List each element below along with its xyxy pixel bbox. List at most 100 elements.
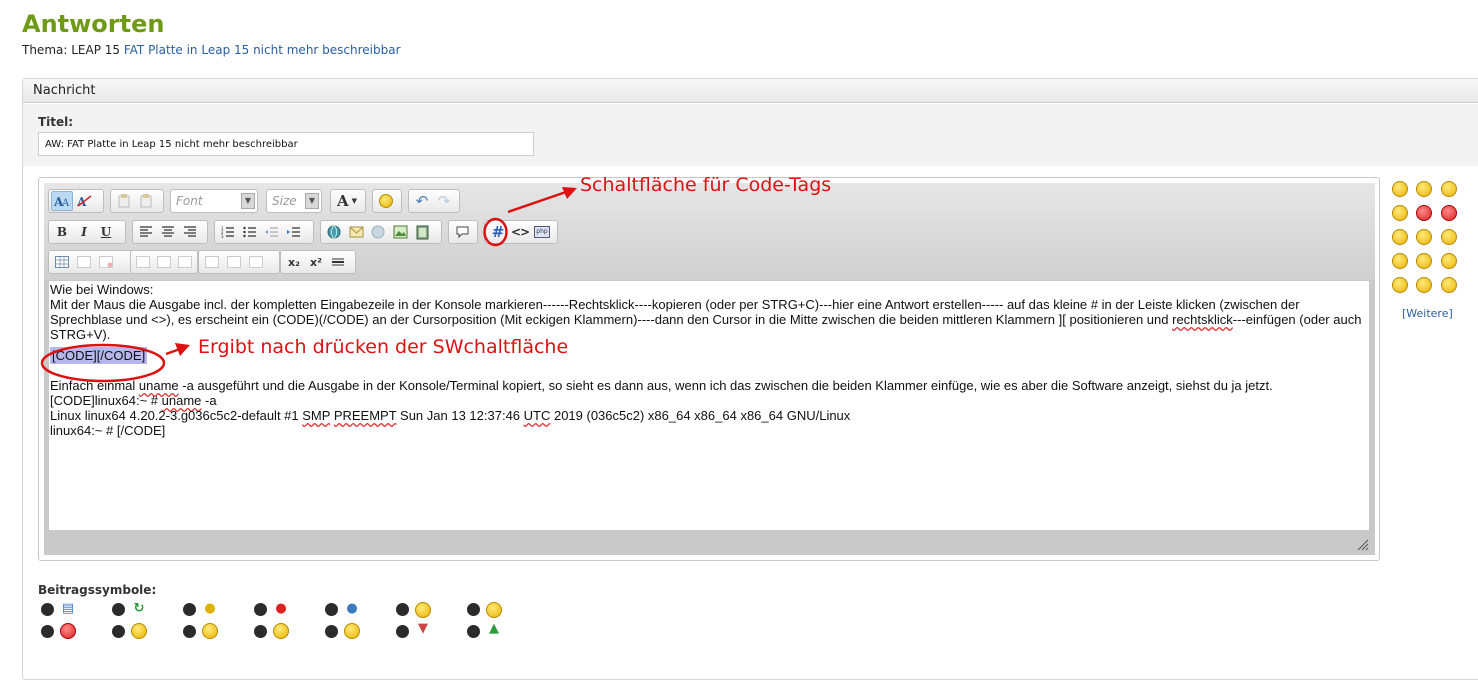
sad-smiley-icon <box>131 623 147 639</box>
table-row-button[interactable] <box>73 252 95 272</box>
insert-smiley-button[interactable] <box>375 191 397 211</box>
symbol-radio[interactable] <box>325 603 338 616</box>
speech-bubble-icon <box>456 226 468 239</box>
italic-button[interactable]: I <box>73 222 95 242</box>
symbol-radio[interactable] <box>467 625 480 638</box>
chevron-down-icon: ▼ <box>351 197 358 205</box>
toolbar-group-quote <box>448 220 478 244</box>
font-select[interactable]: Font ▼ <box>170 189 258 213</box>
insert-row-after-button[interactable] <box>154 252 175 272</box>
cool-smiley-icon[interactable] <box>1416 253 1432 269</box>
symbol-radio[interactable] <box>254 625 267 638</box>
font-color-button[interactable]: A ▼ <box>330 189 366 213</box>
undo-button[interactable]: ↶ <box>411 191 433 211</box>
neutral-smiley-icon[interactable] <box>1416 181 1432 197</box>
table-delete-button[interactable] <box>95 252 117 272</box>
insert-column-before-button[interactable] <box>201 252 223 272</box>
insert-html-button[interactable]: <> <box>509 222 531 242</box>
symbol-radio[interactable] <box>183 625 196 638</box>
paste-text-button[interactable] <box>135 191 157 211</box>
chevron-down-icon: ▼ <box>305 193 319 209</box>
toolbar-group-table-rows <box>130 250 198 274</box>
surprised-smiley-icon[interactable] <box>1392 253 1408 269</box>
toolbar-group-table-cols <box>198 250 280 274</box>
thumbs-down-icon: ▼ <box>418 621 428 636</box>
rolleyes-smiley-icon[interactable] <box>1416 277 1432 293</box>
symbol-radio[interactable] <box>396 625 409 638</box>
unlink-icon <box>371 225 384 238</box>
symbol-radio[interactable] <box>41 625 54 638</box>
title-input[interactable] <box>38 132 534 156</box>
size-select[interactable]: Size ▼ <box>266 189 322 213</box>
indent-button[interactable] <box>283 222 305 242</box>
smile-icon[interactable] <box>1392 181 1408 197</box>
smiley-toolbar-group <box>372 189 402 213</box>
toggle-wysiwyg-button[interactable]: AA <box>51 191 73 211</box>
symbol-radio[interactable] <box>183 603 196 616</box>
thread-link[interactable]: FAT Platte in Leap 15 nicht mehr beschre… <box>124 43 401 57</box>
align-right-button[interactable] <box>179 222 201 242</box>
align-center-button[interactable] <box>157 222 179 242</box>
bold-button[interactable]: B <box>51 222 73 242</box>
subscript-button[interactable]: x₂ <box>283 252 305 272</box>
sad-smiley-icon[interactable] <box>1441 181 1457 197</box>
unordered-list-button[interactable] <box>239 222 261 242</box>
delete-row-button[interactable] <box>174 252 195 272</box>
insert-php-button[interactable]: php <box>531 222 553 242</box>
unsure-smiley-icon[interactable] <box>1441 229 1457 245</box>
align-center-icon <box>162 226 174 237</box>
video-icon <box>416 225 428 239</box>
insert-row-icon <box>157 256 171 268</box>
outdent-button[interactable] <box>261 222 283 242</box>
symbol-radio[interactable] <box>112 603 125 616</box>
insert-video-button[interactable] <box>411 222 433 242</box>
insert-quote-button[interactable] <box>451 222 473 242</box>
grin-smiley-icon[interactable] <box>1392 277 1408 293</box>
toolbar-group-text-style: B I U <box>48 220 126 244</box>
superscript-button[interactable]: x² <box>305 252 327 272</box>
horizontal-rule-button[interactable] <box>327 252 349 272</box>
paste-button[interactable] <box>113 191 135 211</box>
unordered-list-icon <box>243 226 256 238</box>
unlink-button[interactable] <box>367 222 389 242</box>
angry-smiley-icon[interactable] <box>1416 205 1432 221</box>
insert-table-button[interactable] <box>51 252 73 272</box>
align-left-button[interactable] <box>135 222 157 242</box>
symbol-radio[interactable] <box>325 625 338 638</box>
insert-code-button[interactable]: # <box>487 222 509 242</box>
insert-link-button[interactable] <box>323 222 345 242</box>
insert-column-after-button[interactable] <box>223 252 245 272</box>
insert-row-before-button[interactable] <box>133 252 154 272</box>
message-textarea[interactable]: Wie bei Windows: Mit der Maus die Ausgab… <box>49 281 1369 530</box>
insert-column-icon <box>205 256 219 268</box>
laugh-smiley-icon <box>202 623 218 639</box>
cool-smiley-icon <box>415 602 431 618</box>
redo-button[interactable]: ↷ <box>433 191 455 211</box>
symbol-radio[interactable] <box>41 603 54 616</box>
toolbar-group-insert <box>320 220 442 244</box>
underline-button[interactable]: U <box>95 222 117 242</box>
confused-smiley-icon[interactable] <box>1392 205 1408 221</box>
symbol-radio[interactable] <box>254 603 267 616</box>
ordered-list-icon: 123 <box>221 226 234 238</box>
table-icon <box>55 256 69 268</box>
delete-column-button[interactable] <box>245 252 267 272</box>
devil-smiley-icon[interactable] <box>1441 205 1457 221</box>
insert-email-button[interactable] <box>345 222 367 242</box>
delete-row-icon <box>177 256 192 268</box>
resize-grip-icon[interactable] <box>1357 539 1369 551</box>
symbol-radio[interactable] <box>396 603 409 616</box>
image-icon <box>393 225 407 239</box>
remove-format-button[interactable]: A <box>73 191 95 211</box>
cry-smiley-icon[interactable] <box>1392 229 1408 245</box>
symbol-radio[interactable] <box>112 625 125 638</box>
editor-line: Wie bei Windows: <box>50 282 154 297</box>
ordered-list-button[interactable]: 123 <box>217 222 239 242</box>
shy-smiley-icon[interactable] <box>1441 277 1457 293</box>
more-smilies-link[interactable]: [Weitere] <box>1402 307 1453 320</box>
symbol-radio[interactable] <box>467 603 480 616</box>
thread-info: Thema: LEAP 15 FAT Platte in Leap 15 nic… <box>22 43 401 57</box>
laugh-smiley-icon[interactable] <box>1441 253 1457 269</box>
wink-smiley-icon[interactable] <box>1416 229 1432 245</box>
insert-image-button[interactable] <box>389 222 411 242</box>
